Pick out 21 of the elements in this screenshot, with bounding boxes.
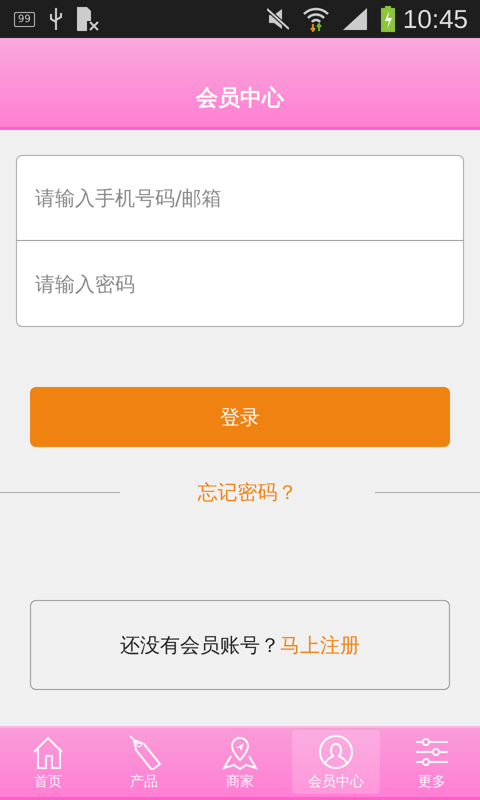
wifi-icon [302,6,329,32]
password-field[interactable]: 请输入密码 [16,241,464,327]
forgot-password-link[interactable]: 忘记密码？ [120,478,375,506]
usb-icon [48,8,63,30]
user-icon [318,734,354,770]
login-button[interactable]: 登录 [30,387,450,447]
sim-card-icon [76,7,99,31]
tab[interactable]: 商家 [196,730,284,794]
signal-icon [342,8,367,30]
clock: 10:45 [402,4,468,34]
register-prompt: 还没有会员账号？ [120,632,280,658]
tab[interactable]: 首页 [4,730,92,794]
tab[interactable]: 产品 [100,730,188,794]
tab[interactable]: 更多 [388,730,476,794]
register-link[interactable]: 马上注册 [280,632,360,658]
page-title: 会员中心 [196,84,284,113]
account-field[interactable]: 请输入手机号码/邮箱 [16,155,464,241]
tab[interactable]: 会员中心 [292,730,380,794]
mute-icon [266,8,289,30]
notification-count: 99 [14,12,35,26]
battery-icon [380,6,395,32]
